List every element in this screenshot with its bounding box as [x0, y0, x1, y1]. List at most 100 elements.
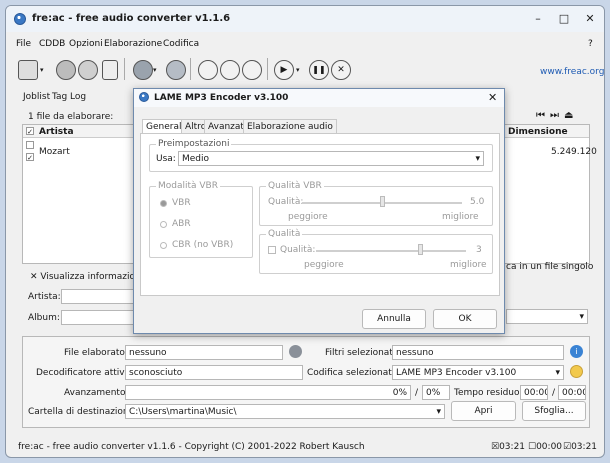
preset-select[interactable]: Medio ▾ — [178, 151, 484, 166]
filter-icon[interactable] — [220, 60, 240, 80]
cbr-radio[interactable] — [160, 242, 167, 249]
vbr-mode-group: Modalità VBR VBR ABR CBR (no VBR) — [149, 181, 253, 258]
encoder-select[interactable]: LAME MP3 Encoder v3.100 ▾ — [392, 365, 564, 380]
open-button[interactable]: Apri — [451, 401, 516, 421]
dialog-title-bar: LAME MP3 Encoder v3.100 ✕ — [134, 89, 504, 107]
close-icon[interactable]: ✕ — [580, 12, 600, 26]
cancel-button[interactable]: Annulla — [362, 309, 426, 329]
title-bar: fre:ac - free audio converter v1.1.6 – □… — [6, 6, 604, 32]
cddb-submit-icon[interactable] — [166, 60, 186, 80]
presets-title: Preimpostazioni — [156, 139, 232, 149]
menu-processing[interactable]: Elaborazione — [104, 39, 162, 49]
col-size[interactable]: Dimensione — [508, 127, 568, 137]
artist-label: Artista: — [28, 292, 61, 302]
window-title: fre:ac - free audio converter v1.1.6 — [32, 13, 231, 24]
tools-icon[interactable] — [198, 60, 218, 80]
encoder-label: Codifica selezionata: — [307, 368, 401, 378]
vbr-quality-label: Qualità: — [268, 197, 304, 207]
use-label: Usa: — [156, 154, 176, 164]
vbr-worse-label: peggiore — [288, 212, 328, 222]
row-checkbox-empty[interactable] — [26, 141, 34, 149]
progress-label: Avanzamento: — [64, 388, 129, 398]
row-checkbox[interactable]: ✓ — [26, 153, 34, 162]
tab-log[interactable]: Log — [70, 92, 86, 102]
row-artist: Mozart — [39, 147, 70, 157]
progress-pct-2: 0% — [422, 385, 450, 400]
cd-icon[interactable] — [56, 60, 76, 80]
abr-label: ABR — [172, 219, 191, 229]
quality-value: 3 — [476, 245, 482, 255]
tab-joblist[interactable]: Joblist — [23, 92, 50, 102]
menu-cddb[interactable]: CDDB — [39, 39, 65, 49]
cddb-dropdown-icon[interactable]: ▾ — [153, 66, 157, 74]
quality-worse-label: peggiore — [304, 260, 344, 270]
clear-list-icon[interactable] — [102, 60, 118, 80]
cbr-label: CBR (no VBR) — [172, 240, 234, 250]
dest-field[interactable]: C:\Users\martina\Music\ ▾ — [125, 404, 445, 419]
gear-icon[interactable] — [242, 60, 262, 80]
abr-radio[interactable] — [160, 221, 167, 228]
play-dropdown-icon[interactable]: ▾ — [296, 66, 300, 74]
time-1: 00:00 — [520, 385, 548, 400]
dialog-close-icon[interactable]: ✕ — [488, 91, 497, 104]
maximize-icon[interactable]: □ — [554, 12, 574, 26]
table-row[interactable]: Mozart — [39, 147, 70, 157]
quality-checkbox[interactable] — [268, 246, 276, 254]
website-link[interactable]: www.freac.org — [540, 67, 604, 77]
time-slash: / — [552, 388, 556, 398]
pause-icon[interactable]: ❚❚ — [309, 60, 329, 80]
genre-select[interactable]: ▾ — [506, 309, 588, 324]
add-files-icon[interactable] — [18, 60, 38, 80]
vbr-label: VBR — [172, 198, 191, 208]
add-dropdown-icon[interactable]: ▾ — [40, 66, 44, 74]
single-file-option[interactable]: ca in un file singolo — [506, 262, 593, 272]
decoder-value: sconosciuto — [125, 365, 303, 380]
quality-slider[interactable] — [316, 250, 466, 252]
dialog-app-icon — [139, 92, 149, 102]
menu-bar: File CDDB Opzioni Elaborazione Codifica … — [6, 36, 604, 50]
vbr-quality-slider-thumb[interactable] — [380, 196, 385, 207]
time-label: Tempo residuo: — [454, 388, 523, 398]
vbr-quality-group: Qualità VBR Qualità: 5.0 peggiore miglio… — [259, 181, 493, 226]
vbr-better-label: migliore — [442, 212, 479, 222]
status-bar: fre:ac - free audio converter v1.1.6 - C… — [6, 437, 604, 457]
info-icon[interactable]: i — [570, 345, 583, 358]
general-tab-panel: Preimpostazioni Usa: Medio ▾ Modalità VBR… — [140, 133, 500, 296]
browse-button[interactable]: Sfoglia... — [522, 401, 586, 421]
vbr-radio[interactable] — [160, 200, 167, 207]
menu-options[interactable]: Opzioni — [69, 39, 103, 49]
menu-file[interactable]: File — [16, 39, 31, 49]
vbr-mode-title: Modalità VBR — [156, 181, 220, 191]
status-time-2: ☐00:00 — [528, 442, 563, 452]
menu-help[interactable]: ? — [588, 39, 593, 49]
list-nav-icons[interactable]: ⏮⏭⏏ — [536, 110, 578, 121]
artist-field[interactable] — [61, 289, 141, 304]
album-field[interactable] — [61, 310, 141, 325]
quality-slider-thumb[interactable] — [418, 244, 423, 255]
file-value: nessuno — [125, 345, 283, 360]
progress-slash: / — [415, 388, 419, 398]
cddb-query-icon[interactable] — [133, 60, 153, 80]
progress-bar-1: 0% — [125, 385, 411, 400]
show-info-toggle[interactable]: ✕ Visualizza informazioni — [30, 272, 143, 282]
ok-button[interactable]: OK — [433, 309, 497, 329]
stop-icon[interactable]: ✕ — [331, 60, 351, 80]
tab-tag[interactable]: Tag — [52, 92, 67, 102]
chevron-down-icon: ▾ — [436, 407, 441, 417]
encoder-value: LAME MP3 Encoder v3.100 — [396, 368, 517, 378]
encoder-config-icon[interactable] — [570, 365, 583, 378]
dialog-title: LAME MP3 Encoder v3.100 — [154, 93, 289, 103]
play-icon[interactable]: ▶ — [274, 60, 294, 80]
app-icon — [14, 13, 26, 25]
lame-encoder-dialog: LAME MP3 Encoder v3.100 ✕ Generale Altro… — [133, 88, 505, 334]
select-all-checkbox[interactable]: ✓ — [26, 127, 34, 136]
show-info-label: Visualizza informazioni — [40, 272, 144, 282]
vbr-quality-title: Qualità VBR — [266, 181, 324, 191]
col-artist[interactable]: Artista — [39, 127, 74, 137]
music-note-icon[interactable] — [78, 60, 98, 80]
dest-value: C:\Users\martina\Music\ — [129, 407, 237, 417]
quality-group: Qualità Qualità: 3 peggiore migliore — [259, 229, 493, 274]
menu-encode[interactable]: Codifica — [163, 39, 199, 49]
status-time-1: ☒03:21 — [491, 442, 526, 452]
minimize-icon[interactable]: – — [528, 12, 548, 26]
